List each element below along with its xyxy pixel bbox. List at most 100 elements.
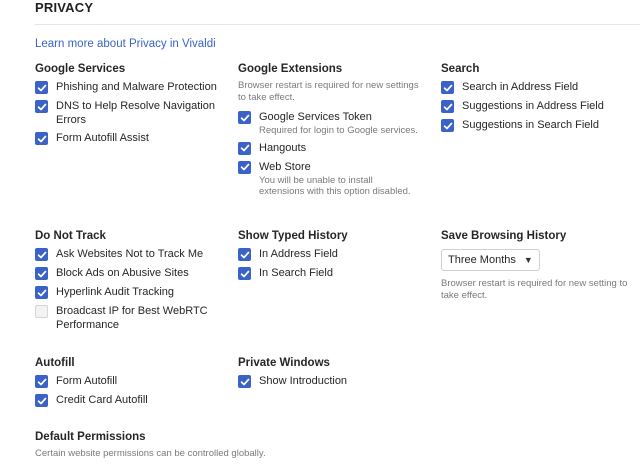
section-default-permissions: Default Permissions Certain website perm…: [35, 429, 435, 466]
option-typed-history-search[interactable]: In Search Field: [238, 266, 434, 281]
option-description: You will be unable to install extensions…: [259, 174, 411, 198]
checkbox-checked[interactable]: [35, 132, 48, 145]
checkmark-icon: [37, 251, 46, 258]
section-do-not-track: Do Not Track Ask Websites Not to Track M…: [35, 228, 231, 336]
option-hyperlink-audit[interactable]: Hyperlink Audit Tracking: [35, 285, 231, 300]
checkmark-icon: [37, 378, 46, 385]
checkbox-checked[interactable]: [35, 100, 48, 113]
checkbox-checked[interactable]: [35, 394, 48, 407]
page-title: PRIVACY: [35, 0, 94, 15]
checkbox-checked[interactable]: [35, 286, 48, 299]
section-title: Google Services: [35, 63, 126, 75]
checkmark-icon: [240, 251, 249, 258]
checkmark-icon: [443, 103, 452, 110]
checkmark-icon: [240, 378, 249, 385]
option-description: Required for login to Google services.: [259, 125, 418, 136]
option-suggestions-search-field[interactable]: Suggestions in Search Field: [441, 118, 636, 133]
checkmark-icon: [37, 397, 46, 404]
checkbox-checked[interactable]: [35, 248, 48, 261]
checkmark-icon: [443, 122, 452, 129]
option-label: DNS to Help Resolve Navigation Errors: [56, 100, 215, 126]
option-label: Show Introduction: [259, 375, 348, 387]
option-show-introduction[interactable]: Show Introduction: [238, 374, 434, 389]
caret-down-icon: ▼: [523, 255, 533, 265]
section-search: Search Search in Address Field Suggestio…: [441, 61, 636, 137]
option-block-abusive-ads[interactable]: Block Ads on Abusive Sites: [35, 266, 231, 281]
checkbox-checked[interactable]: [35, 267, 48, 280]
option-label: Form Autofill Assist: [56, 132, 149, 144]
option-form-autofill[interactable]: Form Autofill: [35, 374, 231, 389]
checkbox-unchecked[interactable]: [35, 305, 48, 318]
section-google-extensions: Google Extensions Browser restart is req…: [238, 61, 434, 202]
option-label: Broadcast IP for Best WebRTC Performance: [56, 305, 208, 331]
option-broadcast-ip-webrtc[interactable]: Broadcast IP for Best WebRTC Performance: [35, 304, 231, 332]
option-hangouts[interactable]: Hangouts: [238, 141, 434, 156]
learn-more-link[interactable]: Learn more about Privacy in Vivaldi: [35, 38, 216, 50]
option-typed-history-address[interactable]: In Address Field: [238, 247, 434, 262]
checkmark-icon: [240, 163, 249, 171]
checkbox-checked[interactable]: [238, 141, 251, 155]
checkbox-checked[interactable]: [35, 81, 48, 94]
option-label: Phishing and Malware Protection: [56, 81, 217, 93]
checkbox-checked[interactable]: [238, 375, 251, 388]
section-private-windows: Private Windows Show Introduction: [238, 355, 434, 393]
checkmark-icon: [240, 114, 249, 121]
history-duration-select[interactable]: Three Months ▼: [441, 249, 540, 271]
checkmark-icon: [37, 135, 46, 142]
option-credit-card-autofill[interactable]: Credit Card Autofill: [35, 393, 231, 408]
select-value: Three Months: [448, 254, 516, 266]
option-form-autofill-assist[interactable]: Form Autofill Assist: [35, 131, 231, 146]
checkbox-checked[interactable]: [441, 81, 454, 94]
checkmark-icon: [37, 103, 46, 110]
checkbox-checked[interactable]: [441, 119, 454, 132]
section-browsing-history: Save Browsing History Three Months ▼ Bro…: [441, 228, 636, 308]
option-label: Hyperlink Audit Tracking: [56, 286, 174, 298]
option-search-address-field[interactable]: Search in Address Field: [441, 80, 636, 95]
checkbox-checked[interactable]: [238, 248, 251, 261]
title-divider: [35, 24, 640, 25]
checkmark-icon: [37, 289, 46, 296]
checkmark-icon: [240, 270, 249, 277]
option-label: Suggestions in Search Field: [462, 119, 599, 131]
option-label: Search in Address Field: [462, 81, 579, 93]
section-title: Do Not Track: [35, 230, 106, 242]
option-label: Web Store: [259, 160, 311, 173]
option-phishing-protection[interactable]: Phishing and Malware Protection: [35, 80, 231, 95]
option-label: Ask Websites Not to Track Me: [56, 248, 204, 260]
permissions-note: Certain website permissions can be contr…: [35, 448, 266, 459]
checkmark-icon: [240, 144, 249, 152]
option-do-not-track[interactable]: Ask Websites Not to Track Me: [35, 247, 231, 262]
option-label: Block Ads on Abusive Sites: [56, 267, 189, 279]
section-title: Search: [441, 63, 480, 75]
option-label: Credit Card Autofill: [56, 394, 148, 406]
section-title: Save Browsing History: [441, 230, 567, 242]
restart-note: Browser restart is required for new sett…: [238, 80, 419, 103]
checkbox-checked[interactable]: [441, 100, 454, 113]
section-title: Show Typed History: [238, 230, 348, 242]
section-title: Private Windows: [238, 357, 330, 369]
checkbox-checked[interactable]: [238, 267, 251, 280]
section-typed-history: Show Typed History In Address Field In S…: [238, 228, 434, 285]
checkmark-icon: [37, 270, 46, 277]
section-title: Autofill: [35, 357, 75, 369]
option-label: In Search Field: [259, 267, 333, 279]
option-label: Google Services Token: [259, 111, 372, 123]
section-google-services: Google Services Phishing and Malware Pro…: [35, 61, 231, 150]
checkmark-icon: [37, 84, 46, 91]
section-title: Google Extensions: [238, 63, 343, 75]
section-autofill: Autofill Form Autofill Credit Card Autof…: [35, 355, 231, 412]
option-dns-resolve[interactable]: DNS to Help Resolve Navigation Errors: [35, 99, 231, 127]
option-label: Hangouts: [259, 141, 307, 154]
option-suggestions-address-field[interactable]: Suggestions in Address Field: [441, 99, 636, 114]
restart-note: Browser restart is required for new sett…: [441, 278, 628, 301]
option-label: In Address Field: [259, 248, 338, 260]
checkmark-icon: [443, 84, 452, 91]
option-label: Suggestions in Address Field: [462, 100, 604, 112]
option-label: Form Autofill: [56, 375, 118, 387]
option-google-services-token[interactable]: Google Services Token Required for login…: [238, 110, 434, 137]
checkbox-checked[interactable]: [238, 160, 251, 174]
checkbox-checked[interactable]: [35, 375, 48, 388]
option-web-store[interactable]: Web Store You will be unable to install …: [238, 160, 434, 198]
section-title: Default Permissions: [35, 431, 146, 443]
checkbox-checked[interactable]: [238, 111, 251, 124]
